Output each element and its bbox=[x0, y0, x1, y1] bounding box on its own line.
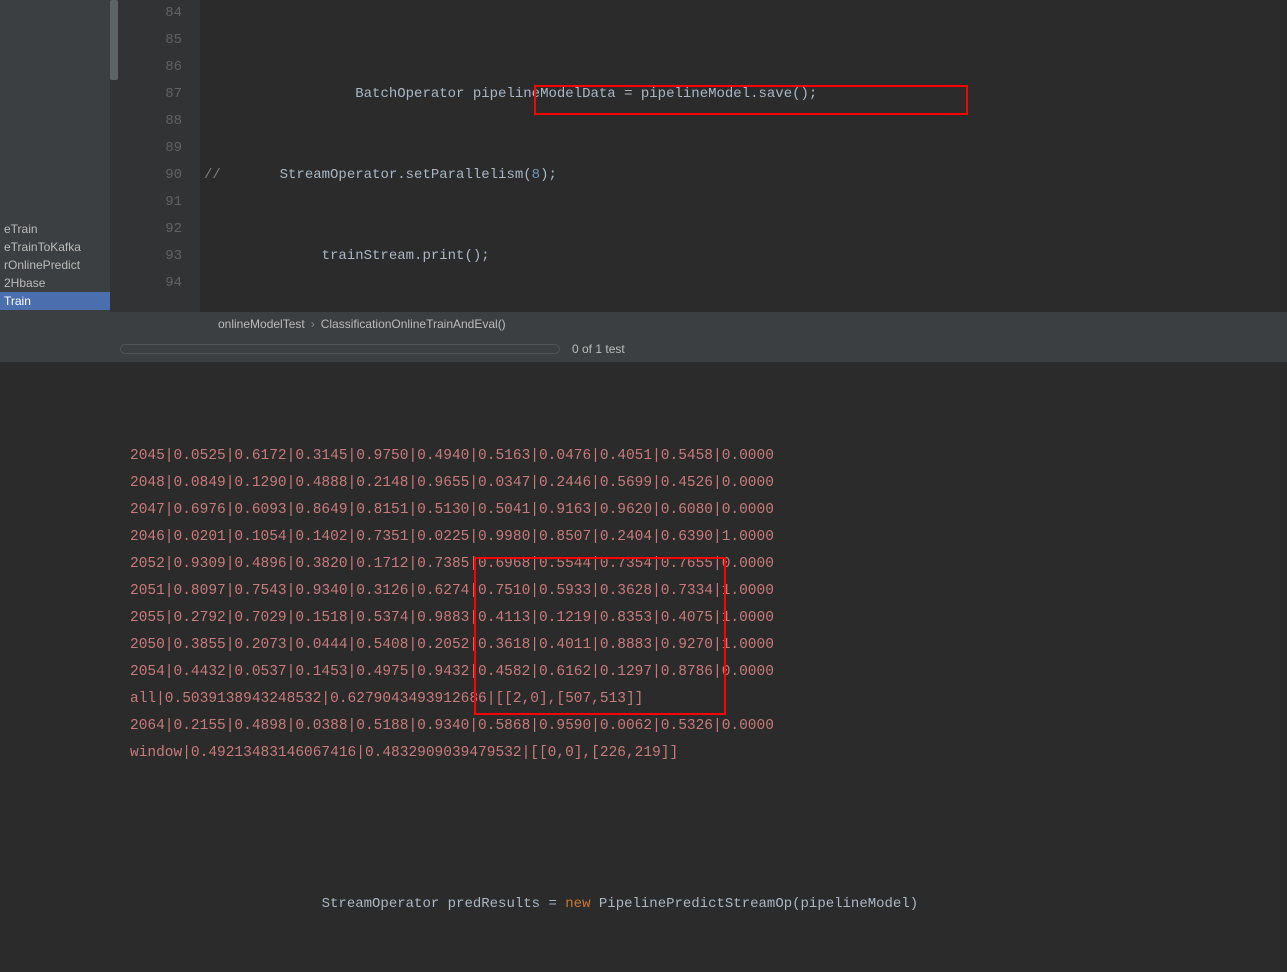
code-l94-b: PipelinePredictStreamOp(pipelineModel) bbox=[590, 896, 918, 912]
line-number: 90 bbox=[110, 162, 182, 189]
console-line: 2048|0.0849|0.1290|0.4888|0.2148|0.9655|… bbox=[130, 470, 1287, 497]
code-l85-b: ); bbox=[540, 167, 557, 183]
console-line: 2047|0.6976|0.6093|0.8649|0.8151|0.5130|… bbox=[130, 497, 1287, 524]
line-number: 86 bbox=[110, 54, 182, 81]
console-line: 2052|0.9309|0.4896|0.3820|0.1712|0.7385|… bbox=[130, 551, 1287, 578]
sidebar-item[interactable]: Train bbox=[0, 292, 110, 310]
code-l85-n: 8 bbox=[532, 167, 540, 183]
console-line: 2051|0.8097|0.7543|0.9340|0.3126|0.6274|… bbox=[130, 578, 1287, 605]
line-number: 87 bbox=[110, 81, 182, 108]
line-number: 91 bbox=[110, 189, 182, 216]
console-line: all|0.5039138943248532|0.627904349391268… bbox=[130, 686, 1287, 713]
sidebar-item[interactable]: eTrain bbox=[0, 220, 110, 238]
test-progress-bar bbox=[120, 344, 560, 354]
line-number: 94 bbox=[110, 270, 182, 297]
console-line: 2046|0.0201|0.1054|0.1402|0.7351|0.0225|… bbox=[130, 524, 1287, 551]
line-gutter: 8485868788899091929394 bbox=[110, 0, 200, 312]
console-line: 2045|0.0525|0.6172|0.3145|0.9750|0.4940|… bbox=[130, 443, 1287, 470]
line-number: 85 bbox=[110, 27, 182, 54]
line-number: 89 bbox=[110, 135, 182, 162]
project-sidebar[interactable]: eTraineTrainToKafkarOnlinePredict2HbaseT… bbox=[0, 0, 110, 312]
code-l94-a: StreamOperator predResults = bbox=[322, 896, 566, 912]
sidebar-item[interactable]: 2Hbase bbox=[0, 274, 110, 292]
editor-scrollbar-thumb[interactable] bbox=[110, 0, 118, 80]
code-l94-new: new bbox=[565, 896, 590, 912]
line-number: 88 bbox=[110, 108, 182, 135]
code-editor[interactable]: BatchOperator pipelineModelData = pipeli… bbox=[200, 0, 1287, 312]
code-l86: trainStream.print(); bbox=[322, 248, 490, 264]
sidebar-item[interactable]: eTrainToKafka bbox=[0, 238, 110, 256]
console-line: window|0.49213483146067416|0.48329090394… bbox=[130, 740, 1287, 760]
console-line: 2064|0.2155|0.4898|0.0388|0.5188|0.9340|… bbox=[130, 713, 1287, 740]
line-number: 93 bbox=[110, 243, 182, 270]
line-number: 84 bbox=[110, 0, 182, 27]
code-l85-comment: // bbox=[204, 167, 221, 183]
sidebar-item[interactable]: rOnlinePredict bbox=[0, 256, 110, 274]
console-line: 2055|0.2792|0.7029|0.1518|0.5374|0.9883|… bbox=[130, 605, 1287, 632]
console-line: 2050|0.3855|0.2073|0.0444|0.5408|0.2052|… bbox=[130, 632, 1287, 659]
code-l84: BatchOperator pipelineModelData = pipeli… bbox=[355, 86, 817, 102]
console-line: 2054|0.4432|0.0537|0.1453|0.4975|0.9432|… bbox=[130, 659, 1287, 686]
console-output[interactable]: 2045|0.0525|0.6172|0.3145|0.9750|0.4940|… bbox=[0, 362, 1287, 760]
line-number: 92 bbox=[110, 216, 182, 243]
code-l85-a: StreamOperator.setParallelism( bbox=[280, 167, 532, 183]
